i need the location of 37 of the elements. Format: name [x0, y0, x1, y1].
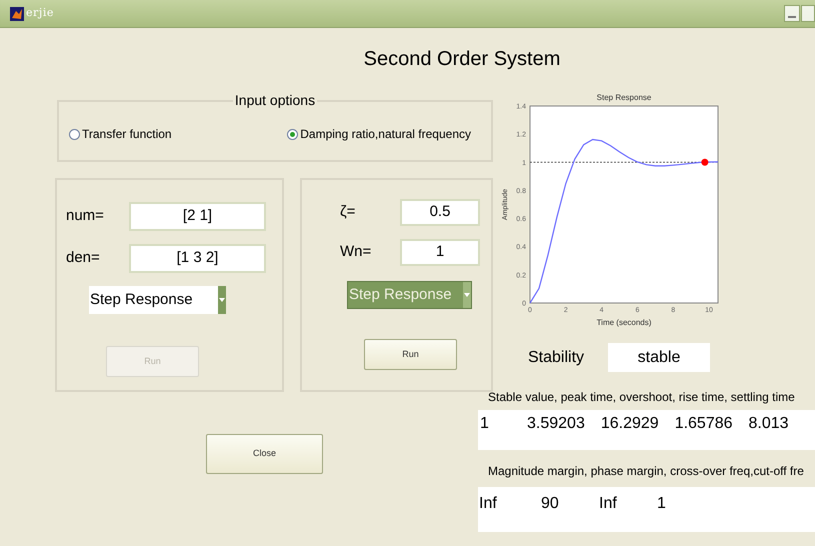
stability-field: stable [608, 343, 710, 372]
input-field[interactable]: 0.5 [400, 199, 480, 226]
output-value: 8.013 [748, 414, 790, 434]
input-field[interactable]: 1 [400, 239, 480, 266]
x-axis-label: Time (seconds) [596, 318, 652, 327]
marker-dot [701, 158, 708, 166]
chart-title: Step Response [596, 93, 652, 102]
output-value: 1 [657, 494, 667, 514]
input-field[interactable]: [2 1] [129, 202, 266, 231]
output-value: Inf [478, 494, 498, 514]
window-title: erjie [26, 5, 54, 22]
dialog-title: Second Order System [364, 47, 560, 72]
field-label: Wn= [340, 242, 372, 262]
radio-button[interactable] [287, 128, 298, 140]
output-value: 90 [541, 494, 560, 514]
close-button[interactable]: Close [206, 434, 323, 474]
group-title: Input options [234, 91, 316, 110]
field-label: num= [66, 206, 105, 226]
maximize-button[interactable] [801, 5, 815, 22]
radio-button[interactable] [69, 128, 80, 140]
radio-label[interactable]: Damping ratio,natural frequency [300, 125, 471, 143]
input-field[interactable]: [1 3 2] [129, 244, 266, 273]
field-label: den= [66, 248, 101, 268]
run-button[interactable]: Run [364, 339, 457, 370]
dropdown[interactable]: Step Response [89, 286, 226, 314]
radio-label[interactable]: Transfer function [82, 125, 172, 143]
time-response-header: Stable value, peak time, overshoot, rise time, settling time [488, 389, 796, 406]
app-icon [10, 6, 24, 20]
output-value: 3.59203 [526, 414, 586, 434]
output-value: Inf [599, 494, 618, 514]
margins-header: Magnitude margin, phase margin, cross-over freq,cut-off fre [488, 463, 805, 480]
output-value: 1.65786 [674, 414, 734, 434]
output-value: 16.2929 [600, 414, 660, 434]
stability-label: Stability [528, 348, 584, 368]
minimize-button[interactable] [784, 5, 800, 22]
output-value: 1 [479, 414, 490, 434]
field-label: ζ= [340, 202, 356, 222]
